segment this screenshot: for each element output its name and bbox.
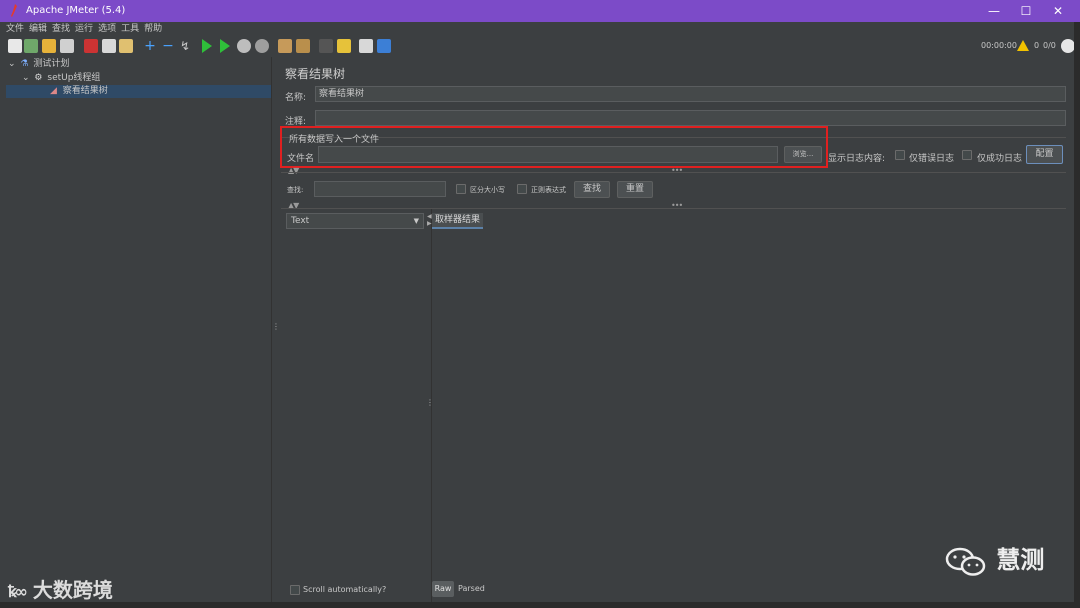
jmeter-feather-icon xyxy=(11,4,17,17)
background-window-edge xyxy=(0,602,1080,608)
watermark-logo-icon: ꝅ∞ xyxy=(8,582,28,601)
watermark-right-text: 慧测 xyxy=(996,546,1045,574)
paste-icon[interactable] xyxy=(119,39,133,53)
renderer-select[interactable]: Text ▼ xyxy=(286,213,424,229)
reset-search-icon[interactable] xyxy=(337,39,351,53)
search-input[interactable] xyxy=(314,181,446,197)
case-sensitive-checkbox[interactable] xyxy=(456,184,466,194)
regex-label: 正则表达式 xyxy=(531,186,566,194)
section-divider xyxy=(281,172,1066,173)
scroll-auto-checkbox[interactable] xyxy=(290,585,300,595)
title-bar: Apache JMeter (5.4) — ☐ ✕ xyxy=(0,0,1080,22)
errors-only-checkbox[interactable] xyxy=(895,150,905,160)
remote-start-icon[interactable] xyxy=(1061,39,1075,53)
flask-icon: ⚗ xyxy=(20,59,29,69)
new-icon[interactable] xyxy=(8,39,22,53)
toolbar: + − ↯ 00:00:00 0 0/0 xyxy=(6,37,1076,55)
copy-icon[interactable] xyxy=(102,39,116,53)
tab-parsed[interactable]: Parsed xyxy=(458,581,485,597)
tree-label-thread-group: setUp线程组 xyxy=(47,73,101,83)
chevron-down-icon[interactable]: ⌄ xyxy=(22,73,30,83)
elapsed-timer: 00:00:00 xyxy=(981,41,1017,50)
panel-title: 察看结果树 xyxy=(285,67,346,81)
tree-item-view-results-tree[interactable]: ◢ 察看结果树 xyxy=(6,85,271,98)
renderer-selected-value: Text xyxy=(291,216,310,226)
cut-icon[interactable] xyxy=(84,39,98,53)
templates-icon[interactable] xyxy=(24,39,38,53)
tab-sampler-result[interactable]: 取样器结果 xyxy=(432,213,484,229)
menu-run[interactable]: 运行 xyxy=(75,22,93,36)
chevron-down-icon[interactable]: ▼ xyxy=(414,214,419,228)
close-button[interactable]: ✕ xyxy=(1042,0,1074,22)
maximize-button[interactable]: ☐ xyxy=(1010,0,1042,22)
watermark-left: ꝅ∞ 大数跨境 xyxy=(8,574,113,603)
warning-count: 0 xyxy=(1034,41,1040,50)
tree-label-listener: 察看结果树 xyxy=(62,86,108,96)
menu-file[interactable]: 文件 xyxy=(6,22,24,36)
clear-all-icon[interactable] xyxy=(296,39,310,53)
start-icon[interactable] xyxy=(202,39,212,53)
expand-icon[interactable]: + xyxy=(143,39,157,53)
reset-button[interactable]: 重置 xyxy=(617,181,653,198)
start-no-pauses-icon[interactable] xyxy=(220,39,230,53)
splitter-handle-icon[interactable]: ⋮ xyxy=(426,398,434,407)
vertical-splitter[interactable]: ⋮ xyxy=(271,57,280,602)
gear-icon: ⚙ xyxy=(34,73,43,83)
menu-bar: 文件 编辑 查找 运行 选项 工具 帮助 xyxy=(6,22,1076,36)
find-button[interactable]: 查找 xyxy=(574,181,610,198)
open-icon[interactable] xyxy=(42,39,56,53)
configure-button[interactable]: 配置 xyxy=(1026,145,1063,164)
regex-checkbox[interactable] xyxy=(517,184,527,194)
save-icon[interactable] xyxy=(60,39,74,53)
name-label: 名称: xyxy=(285,93,307,103)
warning-icon[interactable] xyxy=(1017,40,1029,51)
jmeter-window: Apache JMeter (5.4) — ☐ ✕ 文件 编辑 查找 运行 选项 工具 帮助… xyxy=(0,0,1080,608)
shutdown-icon[interactable] xyxy=(255,39,269,53)
tab-scroll-arrows-icon[interactable]: ◀ ▶ xyxy=(427,213,432,227)
chevron-down-icon[interactable]: ⌄ xyxy=(8,59,16,69)
highlight-annotation xyxy=(280,126,828,168)
collapse-icon[interactable]: − xyxy=(161,39,175,53)
function-helper-icon[interactable] xyxy=(359,39,373,53)
background-window-edge xyxy=(1074,22,1080,608)
success-only-checkbox[interactable] xyxy=(962,150,972,160)
menu-search[interactable]: 查找 xyxy=(52,22,70,36)
log-display-label: 显示日志内容: xyxy=(828,154,886,164)
watermark-right: 慧测 xyxy=(944,540,1044,576)
minimize-button[interactable]: — xyxy=(978,0,1010,22)
results-list-panel xyxy=(285,209,425,602)
success-only-label: 仅成功日志 xyxy=(977,154,1023,164)
menu-tools[interactable]: 工具 xyxy=(121,22,139,36)
case-sensitive-label: 区分大小写 xyxy=(470,186,505,194)
clear-icon[interactable] xyxy=(278,39,292,53)
comment-input[interactable] xyxy=(315,110,1066,126)
test-plan-tree: ⌄ ⚗ 测试计划 ⌄ ⚙ setUp线程组 ◢ 察看结果树 xyxy=(6,57,271,602)
menu-edit[interactable]: 编辑 xyxy=(29,22,47,36)
wechat-icon xyxy=(945,547,986,576)
toggle-icon[interactable]: ↯ xyxy=(178,39,192,53)
errors-only-label: 仅错误日志 xyxy=(909,154,955,164)
tree-item-setup-thread-group[interactable]: ⌄ ⚙ setUp线程组 xyxy=(22,72,100,85)
tab-raw[interactable]: Raw xyxy=(432,581,454,597)
search-icon[interactable] xyxy=(319,39,333,53)
stop-icon[interactable] xyxy=(237,39,251,53)
scroll-auto-label: Scroll automatically? xyxy=(303,585,387,594)
window-title: Apache JMeter (5.4) xyxy=(26,5,126,16)
menu-help[interactable]: 帮助 xyxy=(144,22,162,36)
watermark-left-text: 大数跨境 xyxy=(32,578,113,602)
active-threads: 0/0 xyxy=(1043,41,1056,50)
tree-label-test-plan: 测试计划 xyxy=(33,59,70,69)
help-icon[interactable] xyxy=(377,39,391,53)
search-label: 查找: xyxy=(287,186,304,194)
menu-options[interactable]: 选项 xyxy=(98,22,116,36)
collapse-up-icon[interactable]: ▲▼ xyxy=(288,166,299,175)
chart-icon: ◢ xyxy=(50,86,57,96)
tree-item-test-plan[interactable]: ⌄ ⚗ 测试计划 xyxy=(8,58,69,71)
name-input[interactable]: 察看结果树 xyxy=(315,86,1066,102)
splitter-dots-icon[interactable]: ••• xyxy=(671,166,683,175)
